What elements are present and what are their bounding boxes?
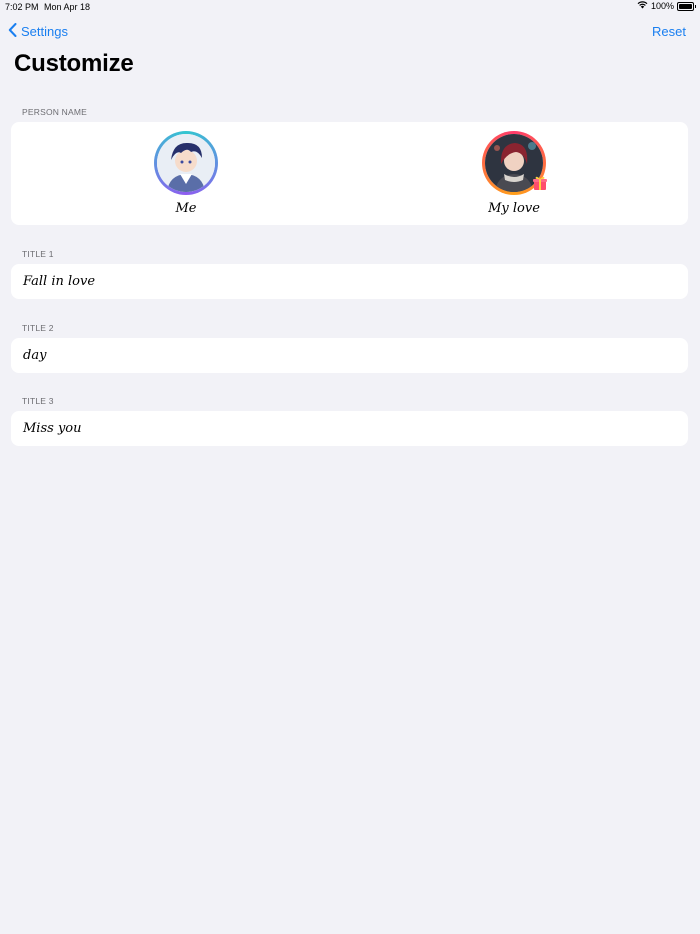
status-bar: 7:02 PM Mon Apr 18 100% — [0, 0, 700, 14]
page-title: Customize — [14, 50, 134, 77]
status-time: 7:02 PM — [5, 2, 39, 12]
customize-screen: 7:02 PM Mon Apr 18 100% Settings Reset C… — [0, 0, 700, 934]
status-date: Mon Apr 18 — [44, 2, 91, 12]
back-button[interactable]: Settings — [8, 22, 68, 40]
title-3-value[interactable]: Miss you — [23, 421, 82, 436]
person-name-my-love[interactable]: My love — [488, 201, 540, 216]
title-3-field[interactable]: Miss you — [11, 411, 688, 446]
avatar-me-image — [157, 134, 215, 192]
title-2-label: TITLE 2 — [22, 323, 54, 333]
gift-icon — [532, 175, 548, 191]
title-1-value[interactable]: Fall in love — [23, 274, 95, 289]
title-2-field[interactable]: day — [11, 338, 688, 373]
reset-button[interactable]: Reset — [652, 24, 686, 39]
person-my-love: My love — [444, 122, 584, 216]
back-button-label: Settings — [21, 23, 68, 39]
chevron-left-icon — [8, 22, 17, 40]
person-me: Me — [116, 122, 256, 216]
title-1-label: TITLE 1 — [22, 249, 54, 259]
avatar-me[interactable] — [154, 131, 218, 195]
battery-icon — [677, 1, 696, 11]
person-card: Me My love — [11, 122, 688, 225]
title-2-value[interactable]: day — [23, 348, 46, 363]
avatar-my-love[interactable] — [482, 131, 548, 195]
title-3-label: TITLE 3 — [22, 396, 54, 406]
battery-percent: 100% — [650, 1, 674, 11]
battery-fill — [679, 3, 692, 9]
person-name-me[interactable]: Me — [175, 201, 196, 216]
title-1-field[interactable]: Fall in love — [11, 264, 688, 299]
wifi-icon — [637, 1, 648, 11]
person-section-label: PERSON NAME — [22, 107, 88, 117]
status-right: 100% — [637, 1, 696, 11]
